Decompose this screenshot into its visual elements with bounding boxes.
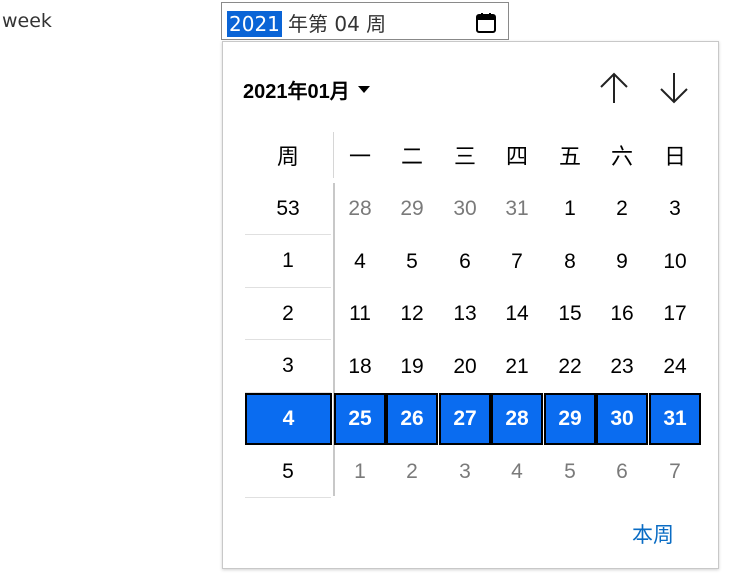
- week-number-cell[interactable]: 3: [245, 341, 331, 393]
- day-cell[interactable]: 4: [491, 446, 543, 498]
- week-picker-popup: 2021年01月 周一二三四五六日 53 28 29 30 31 1 2 3 1 4 5 6 7 8 9 10 2…: [222, 41, 719, 569]
- day-cell[interactable]: 9: [596, 236, 648, 288]
- day-cell[interactable]: 29: [386, 183, 438, 235]
- day-cell[interactable]: 7: [649, 446, 701, 498]
- week-number-cell[interactable]: 2: [245, 288, 331, 341]
- week-number-cell[interactable]: 4: [245, 393, 332, 446]
- day-cell[interactable]: 30: [596, 393, 648, 446]
- week-number-cell[interactable]: 53: [245, 183, 331, 235]
- day-cell[interactable]: 29: [544, 393, 596, 446]
- weekday-header: 三: [453, 144, 476, 169]
- day-cell[interactable]: 2: [386, 446, 438, 498]
- day-cell[interactable]: 14: [491, 288, 543, 340]
- day-cell[interactable]: 6: [439, 236, 491, 288]
- day-cell[interactable]: 25: [334, 393, 386, 446]
- caret-down-icon: [357, 86, 370, 93]
- week-input[interactable]: 2021 年第 04 周: [221, 2, 509, 40]
- day-cell[interactable]: 3: [439, 446, 491, 498]
- day-cell[interactable]: 23: [596, 341, 648, 393]
- day-cell[interactable]: 18: [334, 341, 386, 393]
- day-cell[interactable]: 16: [596, 288, 648, 340]
- day-cell[interactable]: 30: [439, 183, 491, 235]
- arrow-up-icon[interactable]: [597, 70, 631, 106]
- day-cell[interactable]: 28: [334, 183, 386, 235]
- day-cell[interactable]: 1: [544, 183, 596, 235]
- calendar-icon[interactable]: [474, 11, 498, 35]
- year-segment[interactable]: 2021: [227, 11, 282, 37]
- week-segment-text[interactable]: 年第 04 周: [288, 11, 386, 37]
- day-cell[interactable]: 3: [649, 183, 701, 235]
- day-cell[interactable]: 5: [544, 446, 596, 498]
- day-cell[interactable]: 21: [491, 341, 543, 393]
- week-number-cell[interactable]: 1: [245, 236, 331, 288]
- arrow-down-icon[interactable]: [657, 70, 691, 106]
- weekday-header: 日: [663, 144, 686, 169]
- day-cell[interactable]: 12: [386, 288, 438, 340]
- day-cell[interactable]: 31: [491, 183, 543, 235]
- day-cell[interactable]: 15: [544, 288, 596, 340]
- weekday-header: 一: [348, 144, 371, 169]
- day-cell[interactable]: 27: [439, 393, 491, 446]
- week-number-cell[interactable]: 5: [245, 446, 331, 498]
- day-cell[interactable]: 13: [439, 288, 491, 340]
- day-cell[interactable]: 5: [386, 236, 438, 288]
- day-cell[interactable]: 2: [596, 183, 648, 235]
- day-cell[interactable]: 28: [491, 393, 543, 446]
- weekday-header: 六: [610, 144, 633, 169]
- weekday-header: 五: [558, 144, 581, 169]
- week-column-header: 周: [276, 144, 299, 169]
- month-year-selector[interactable]: 2021年01月: [243, 75, 370, 104]
- day-cell[interactable]: 7: [491, 236, 543, 288]
- day-cell[interactable]: 26: [386, 393, 438, 446]
- day-cell[interactable]: 6: [596, 446, 648, 498]
- day-cell[interactable]: 10: [649, 236, 701, 288]
- day-cell[interactable]: 24: [649, 341, 701, 393]
- day-cell[interactable]: 11: [334, 288, 386, 340]
- day-cell[interactable]: 8: [544, 236, 596, 288]
- week-label: week: [2, 10, 52, 32]
- day-cell[interactable]: 31: [649, 393, 701, 446]
- day-cell[interactable]: 4: [334, 236, 386, 288]
- day-cell[interactable]: 1: [334, 446, 386, 498]
- weekday-header: 二: [400, 144, 423, 169]
- weekday-header: 四: [505, 144, 528, 169]
- day-cell[interactable]: 19: [386, 341, 438, 393]
- month-year-label: 2021年01月: [243, 81, 350, 103]
- this-week-button[interactable]: 本周: [632, 519, 674, 549]
- day-cell[interactable]: 22: [544, 341, 596, 393]
- day-cell[interactable]: 20: [439, 341, 491, 393]
- day-cell[interactable]: 17: [649, 288, 701, 340]
